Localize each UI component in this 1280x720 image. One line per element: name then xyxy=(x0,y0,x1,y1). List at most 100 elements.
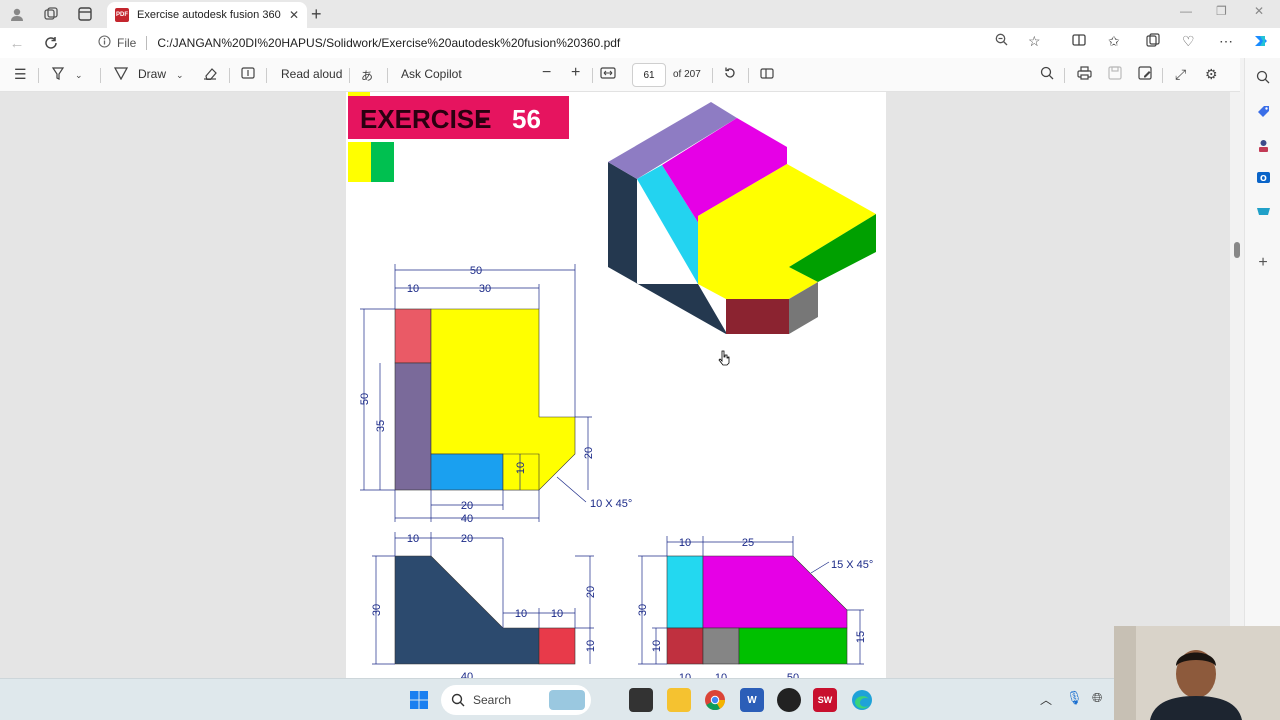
zoom-icon[interactable] xyxy=(995,33,1008,49)
fit-width-icon[interactable] xyxy=(600,66,616,83)
chevron-down-icon[interactable]: ⌄ xyxy=(176,70,184,81)
settings-gear-icon[interactable]: ⚙ xyxy=(1205,66,1218,83)
file-label: File xyxy=(117,36,137,50)
restore-icon[interactable]: ❐ xyxy=(1216,4,1227,18)
copilot-icon[interactable] xyxy=(1252,32,1270,53)
omnibox[interactable]: File C:/JANGAN%20DI%20HAPUS/Solidwork/Ex… xyxy=(88,30,1060,56)
workspaces-icon[interactable] xyxy=(34,0,68,28)
page-view-icon[interactable] xyxy=(760,66,774,83)
page-number-input[interactable]: 61 xyxy=(632,63,666,87)
chevron-down-icon[interactable]: ⌄ xyxy=(75,70,83,81)
info-icon[interactable] xyxy=(98,35,111,51)
file-explorer-icon[interactable] xyxy=(667,688,691,712)
print-icon[interactable] xyxy=(1077,66,1092,83)
pdf-file-icon: PDF xyxy=(115,8,129,22)
add-sidebar-app-icon[interactable]: + xyxy=(1254,254,1272,272)
zoom-in-button[interactable]: + xyxy=(571,64,580,82)
divider xyxy=(38,68,39,83)
taskbar-search[interactable]: Search xyxy=(441,685,591,715)
tab-strip: PDF Exercise autodesk fusion 360.pdf ✕ +… xyxy=(0,0,1280,28)
title-dash: - xyxy=(478,104,487,134)
svg-text:40: 40 xyxy=(461,671,473,678)
svg-text:50: 50 xyxy=(359,393,371,405)
exercise-drawing: EXERCISE - 56 50 10 30 50 35 20 10 20 40… xyxy=(348,92,876,678)
svg-text:10: 10 xyxy=(515,608,527,620)
webcam-overlay xyxy=(1114,626,1280,720)
ask-copilot-button[interactable]: Ask Copilot xyxy=(401,67,462,81)
sidebar-search-icon[interactable] xyxy=(1254,68,1272,86)
svg-text:30: 30 xyxy=(637,604,649,616)
find-icon[interactable] xyxy=(1040,66,1054,83)
solidworks-icon[interactable]: SW xyxy=(813,688,837,712)
svg-text:50: 50 xyxy=(470,265,482,277)
draw-button[interactable]: Draw xyxy=(138,67,166,81)
svg-text:30: 30 xyxy=(479,283,491,295)
favorites-icon[interactable]: ✩ xyxy=(1108,33,1120,50)
zoom-out-button[interactable]: − xyxy=(542,64,551,82)
pdf-page: EXERCISE - 56 50 10 30 50 35 20 10 20 40… xyxy=(346,92,886,678)
games-icon[interactable] xyxy=(1254,202,1272,220)
divider xyxy=(1064,68,1065,83)
active-tab[interactable]: PDF Exercise autodesk fusion 360.pdf ✕ xyxy=(107,2,307,28)
search-icon xyxy=(451,693,465,707)
read-aloud-button[interactable]: Read aloud xyxy=(281,67,342,81)
new-tab-icon[interactable]: + xyxy=(311,4,322,25)
browser-essentials-icon[interactable]: ♡ xyxy=(1182,33,1195,50)
address-bar: ← File C:/JANGAN%20DI%20HAPUS/Solidwork/… xyxy=(0,28,1280,58)
contents-icon[interactable]: ☰ xyxy=(14,66,27,83)
tab-actions-icon[interactable] xyxy=(68,0,102,28)
close-tab-icon[interactable]: ✕ xyxy=(289,8,299,22)
more-menu-icon[interactable]: ⋯ xyxy=(1219,33,1233,50)
vertical-scrollbar[interactable] xyxy=(1230,92,1244,678)
window-close-icon[interactable]: ✕ xyxy=(1254,4,1264,18)
svg-text:20: 20 xyxy=(583,447,595,459)
divider xyxy=(266,68,267,83)
isometric-view xyxy=(608,102,876,334)
collections-icon[interactable] xyxy=(1146,33,1160,50)
chrome-icon[interactable] xyxy=(703,688,727,712)
hand-cursor-icon xyxy=(718,350,730,366)
outlook-icon[interactable]: O xyxy=(1254,168,1272,186)
color-swatch xyxy=(371,142,394,182)
split-screen-icon[interactable] xyxy=(1072,33,1086,50)
tab-title: Exercise autodesk fusion 360.pdf xyxy=(137,9,281,21)
eraser-icon[interactable] xyxy=(203,66,217,83)
svg-text:10: 10 xyxy=(515,462,527,474)
fullscreen-icon[interactable]: ⤢ xyxy=(1175,66,1186,83)
url-text[interactable]: C:/JANGAN%20DI%20HAPUS/Solidwork/Exercis… xyxy=(157,36,620,50)
scrollbar-thumb[interactable] xyxy=(1234,242,1240,258)
exercise-title: EXERCISE xyxy=(360,104,492,134)
edge-sidebar: O + xyxy=(1244,58,1280,678)
start-icon[interactable] xyxy=(407,688,431,712)
rotate-icon[interactable] xyxy=(723,66,737,83)
app-icon[interactable] xyxy=(777,688,801,712)
svg-text:10: 10 xyxy=(407,533,419,545)
tools-icon[interactable] xyxy=(1254,136,1272,154)
microphone-icon[interactable]: 🎙︎ xyxy=(1066,690,1083,706)
highlight-icon[interactable] xyxy=(51,66,65,83)
svg-text:10 X 45°: 10 X 45° xyxy=(590,498,632,510)
translate-icon[interactable]: あ xyxy=(361,67,373,84)
save-icon[interactable] xyxy=(1108,66,1122,83)
back-icon[interactable]: ← xyxy=(0,28,34,58)
show-hidden-icons-icon[interactable]: ︿ xyxy=(1040,691,1052,708)
svg-text:20: 20 xyxy=(585,586,597,598)
shopping-tag-icon[interactable] xyxy=(1254,102,1272,120)
edge-icon[interactable] xyxy=(850,688,874,712)
network-globe-icon[interactable]: 🌐︎ xyxy=(1092,690,1102,706)
profile-icon[interactable] xyxy=(0,0,34,28)
draw-icon[interactable] xyxy=(113,66,129,83)
divider xyxy=(748,68,749,83)
minimize-icon[interactable]: — xyxy=(1180,4,1192,18)
svg-text:20: 20 xyxy=(461,500,473,512)
save-as-icon[interactable] xyxy=(1138,66,1152,83)
refresh-icon[interactable] xyxy=(34,28,68,58)
text-box-icon[interactable] xyxy=(241,66,255,83)
svg-text:30: 30 xyxy=(371,604,383,616)
divider xyxy=(100,68,101,83)
divider xyxy=(592,68,593,83)
favorite-star-icon[interactable]: ☆ xyxy=(1028,33,1041,50)
task-view-icon[interactable] xyxy=(629,688,653,712)
word-icon[interactable]: W xyxy=(740,688,764,712)
pdf-viewport[interactable]: EXERCISE - 56 50 10 30 50 35 20 10 20 40… xyxy=(0,92,1244,678)
